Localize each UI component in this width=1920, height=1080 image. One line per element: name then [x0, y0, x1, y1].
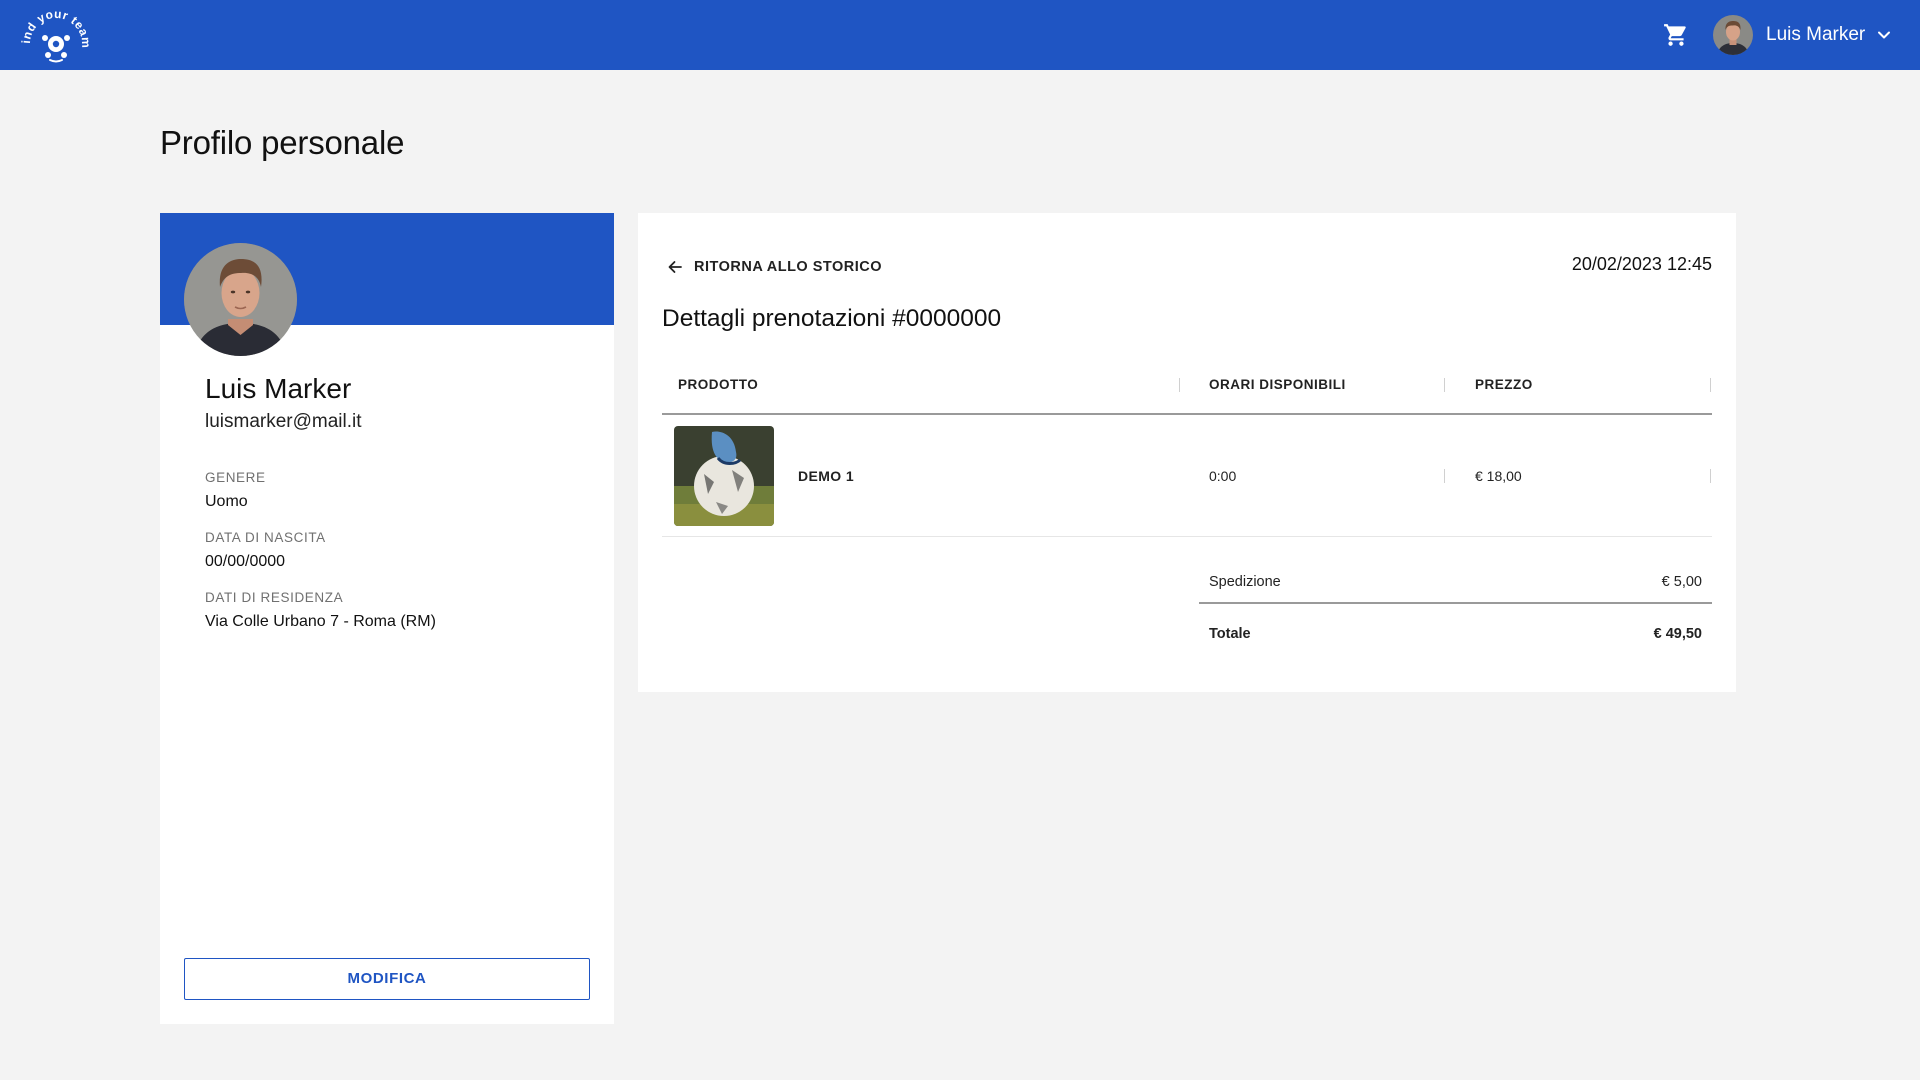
back-link-label: RITORNA ALLO STORICO — [694, 259, 883, 275]
shipping-label: Spedizione — [1209, 574, 1281, 590]
residence-label: DATI DI RESIDENZA — [205, 590, 344, 605]
gender-label: GENERE — [205, 470, 266, 485]
back-to-history-link[interactable]: RITORNA ALLO STORICO — [666, 255, 882, 279]
order-title: Dettagli prenotazioni #0000000 — [662, 305, 1002, 332]
chevron-down-icon[interactable] — [1875, 26, 1893, 44]
profile-email: luismarker@mail.it — [205, 411, 362, 432]
product-price: € 18,00 — [1475, 468, 1522, 484]
column-header-price: PREZZO — [1475, 377, 1533, 392]
total-value: € 49,50 — [1653, 626, 1702, 642]
arrow-left-icon — [668, 261, 682, 273]
page-title: Profilo personale — [160, 124, 405, 161]
product-name: DEMO 1 — [798, 468, 855, 484]
summary-divider — [1199, 602, 1712, 604]
column-divider — [1179, 378, 1180, 392]
top-app-bar: find your team Luis Marker — [0, 0, 1920, 70]
profile-avatar — [184, 243, 297, 356]
table-header-divider — [662, 413, 1712, 415]
residence-value: Via Colle Urbano 7 - Roma (RM) — [205, 613, 436, 630]
column-divider — [1710, 378, 1711, 392]
user-name[interactable]: Luis Marker — [1766, 22, 1865, 48]
column-divider — [1444, 378, 1445, 392]
order-date: 20/02/2023 12:45 — [1571, 254, 1712, 274]
order-details-card: RITORNA ALLO STORICO 20/02/2023 12:45 De… — [638, 213, 1736, 692]
edit-profile-button[interactable]: MODIFICA — [184, 958, 590, 1000]
product-thumbnail — [674, 426, 774, 526]
birth-date-label: DATA DI NASCITA — [205, 530, 326, 545]
column-header-product: PRODOTTO — [678, 377, 759, 392]
table-row-divider — [662, 536, 1712, 537]
column-divider — [1444, 469, 1445, 483]
shopping-cart-icon[interactable] — [1662, 22, 1690, 48]
profile-name: Luis Marker — [205, 373, 352, 404]
column-header-available-times: ORARI DISPONIBILI — [1209, 377, 1346, 392]
user-avatar[interactable] — [1713, 15, 1753, 55]
available-time: 0:00 — [1209, 468, 1237, 484]
profile-card: Luis Marker luismarker@mail.it GENERE Uo… — [160, 213, 614, 1024]
column-divider — [1710, 469, 1711, 483]
total-label: Totale — [1209, 626, 1251, 642]
birth-date-value: 00/00/0000 — [205, 553, 286, 570]
shipping-value: € 5,00 — [1661, 574, 1702, 590]
gender-value: Uomo — [205, 493, 248, 510]
find-your-team-logo[interactable]: find your team — [18, 0, 93, 66]
